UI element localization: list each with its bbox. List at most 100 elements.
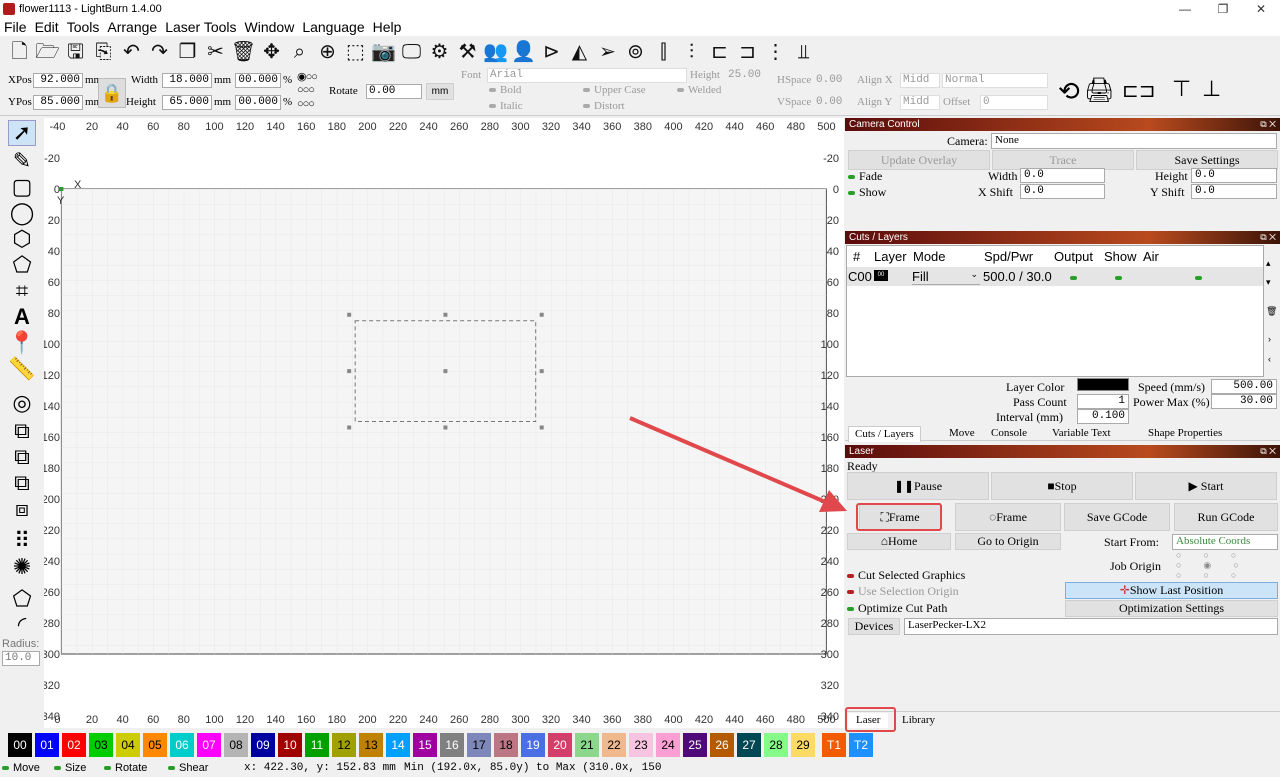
menu-file[interactable]: File	[0, 18, 31, 36]
dock-icon[interactable]: ⫫	[790, 39, 817, 66]
new-file-icon[interactable]: 🗋	[6, 39, 33, 66]
rounded-corner-icon[interactable]: ⬠	[8, 586, 36, 612]
layer-next-icon[interactable]: ›	[1268, 334, 1271, 344]
save-gcode-button[interactable]: Save GCode	[1064, 503, 1170, 531]
upper-case-checkbox[interactable]: Upper Case	[583, 84, 646, 96]
menu-language[interactable]: Language	[298, 18, 368, 36]
menu-edit[interactable]: Edit	[31, 18, 63, 36]
align-bottom-icon[interactable]: ⊥	[1202, 76, 1221, 102]
import-icon[interactable]: ⎘	[90, 39, 117, 66]
tab-move[interactable]: Move	[949, 427, 975, 439]
shear-mode[interactable]: Shear	[168, 762, 208, 774]
copy-icon[interactable]: ❐	[174, 39, 201, 66]
selection-handle[interactable]	[443, 369, 448, 374]
maximize-button[interactable]: ❐	[1204, 0, 1242, 18]
layer-air-toggle[interactable]	[1195, 270, 1206, 284]
workspace-canvas[interactable]: -40 0 20 20 40 40 60 60 80 80 100 100 120 120 140 140 16…	[42, 118, 844, 728]
align-x-select[interactable]: Midd	[900, 73, 940, 88]
zoom-in-icon[interactable]: ⊕	[314, 39, 341, 66]
anchor-radio-top[interactable]: ◉○○	[297, 70, 318, 83]
selection-handle[interactable]	[347, 369, 352, 374]
welded-checkbox[interactable]: Welded	[677, 84, 721, 96]
optimize-cut-path-checkbox[interactable]: Optimize Cut Path	[847, 601, 947, 616]
speed-input[interactable]: 500.00	[1211, 379, 1277, 394]
boolean-union-icon[interactable]: ⧉	[8, 418, 36, 444]
palette-swatch-03[interactable]: 03	[89, 733, 113, 757]
polygon-tool-icon[interactable]: ⬡	[8, 226, 36, 252]
measure-tool-icon[interactable]: 📏	[8, 356, 36, 382]
radius-input[interactable]: 10.0	[2, 651, 40, 666]
monitor-icon[interactable]: 🖵	[398, 39, 425, 66]
align-center-icon[interactable]: ⊐	[734, 39, 761, 66]
undo-icon[interactable]: ↶	[118, 39, 145, 66]
go-to-origin-button[interactable]: Go to Origin	[955, 533, 1061, 550]
palette-swatch-00[interactable]: 00	[8, 733, 32, 757]
run-gcode-button[interactable]: Run GCode	[1174, 503, 1278, 531]
layer-show-toggle[interactable]	[1115, 270, 1126, 284]
stop-button[interactable]: ■Stop	[991, 472, 1133, 500]
palette-swatch-29[interactable]: 29	[791, 733, 815, 757]
save-icon[interactable]: 🖫	[62, 39, 89, 66]
layer-prev-icon[interactable]: ‹	[1268, 354, 1271, 364]
zoom-fit-icon[interactable]: ⌕	[286, 39, 313, 66]
selection-handle[interactable]	[443, 312, 448, 317]
height-input[interactable]: 65.000	[162, 95, 212, 110]
job-origin-radio-top[interactable]: ○○○	[1176, 550, 1258, 560]
camera-select[interactable]: None	[991, 133, 1277, 149]
tab-variable-text[interactable]: Variable Text	[1052, 427, 1111, 439]
palette-swatch-27[interactable]: 27	[737, 733, 761, 757]
layer-up-icon[interactable]: ▴	[1266, 258, 1271, 269]
rectangle-tool-icon[interactable]: ▢	[8, 174, 36, 200]
menu-laser-tools[interactable]: Laser Tools	[161, 18, 240, 36]
text-tool-icon[interactable]: A	[8, 304, 36, 330]
pause-button[interactable]: ❚❚Pause	[847, 472, 989, 500]
selection-handle[interactable]	[539, 425, 544, 430]
text-mode-select[interactable]: Normal	[942, 73, 1048, 88]
menu-help[interactable]: Help	[369, 18, 406, 36]
interval-input[interactable]: 0.100	[1077, 409, 1129, 424]
pass-count-input[interactable]: 1	[1077, 394, 1129, 409]
delete-icon[interactable]: 🗑	[230, 39, 257, 66]
anchor-radio-bottom[interactable]: ○○○	[297, 98, 315, 110]
boolean-subtract-icon[interactable]: ⧉	[8, 444, 36, 470]
cut-icon[interactable]: ✂	[202, 39, 229, 66]
user-icon[interactable]: 👤	[510, 39, 537, 66]
tab-library[interactable]: Library	[902, 714, 935, 726]
font-select[interactable]: Arial	[487, 68, 687, 83]
palette-swatch-t2[interactable]: T2	[849, 733, 873, 757]
pen-tool-icon[interactable]: ✎	[8, 148, 36, 174]
cut-selected-checkbox[interactable]: Cut Selected Graphics	[847, 568, 965, 583]
width-input[interactable]: 18.000	[162, 73, 212, 88]
bold-checkbox[interactable]: Bold	[489, 84, 521, 96]
palette-swatch-09[interactable]: 09	[251, 733, 275, 757]
use-selection-origin-checkbox[interactable]: Use Selection Origin	[847, 584, 959, 599]
italic-checkbox[interactable]: Italic	[489, 100, 523, 112]
palette-swatch-02[interactable]: 02	[62, 733, 86, 757]
tab-cuts-layers[interactable]: Cuts / Layers	[848, 426, 921, 442]
devices-button[interactable]: Devices	[848, 618, 900, 635]
fade-checkbox[interactable]: Fade	[848, 169, 882, 184]
offset-input[interactable]: 0	[980, 95, 1048, 110]
xpos-input[interactable]: 92.000	[33, 73, 83, 88]
rotate-unit-button[interactable]: mm	[426, 83, 454, 100]
selection-handle[interactable]	[539, 312, 544, 317]
path-tools-icon[interactable]: ⟲	[1058, 76, 1080, 107]
palette-swatch-13[interactable]: 13	[359, 733, 383, 757]
layer-down-icon[interactable]: ▾	[1266, 277, 1271, 288]
camera-width-input[interactable]: 0.0	[1020, 168, 1105, 183]
align-y-select[interactable]: Midd	[900, 95, 940, 110]
power-max-input[interactable]: 30.00	[1211, 394, 1277, 409]
palette-swatch-20[interactable]: 20	[548, 733, 572, 757]
optimization-settings-button[interactable]: Optimization Settings	[1065, 600, 1278, 617]
menu-arrange[interactable]: Arrange	[103, 18, 161, 36]
font-height-value[interactable]: 25.00	[728, 69, 761, 81]
frame-tool-icon[interactable]: ⌗	[8, 278, 36, 304]
device-select[interactable]: LaserPecker-LX2	[904, 618, 1278, 635]
target-icon[interactable]: ⊚	[622, 39, 649, 66]
size-mode[interactable]: Size	[54, 762, 86, 774]
canvas-svg[interactable]: -40 0 20 20 40 40 60 60 80 80 100 100 120 120 140 140 16…	[42, 118, 844, 728]
job-origin-radio-bottom[interactable]: ○○○	[1176, 570, 1258, 580]
hspace-value[interactable]: 0.00	[816, 74, 842, 86]
palette-swatch-11[interactable]: 11	[305, 733, 329, 757]
palette-swatch-24[interactable]: 24	[656, 733, 680, 757]
